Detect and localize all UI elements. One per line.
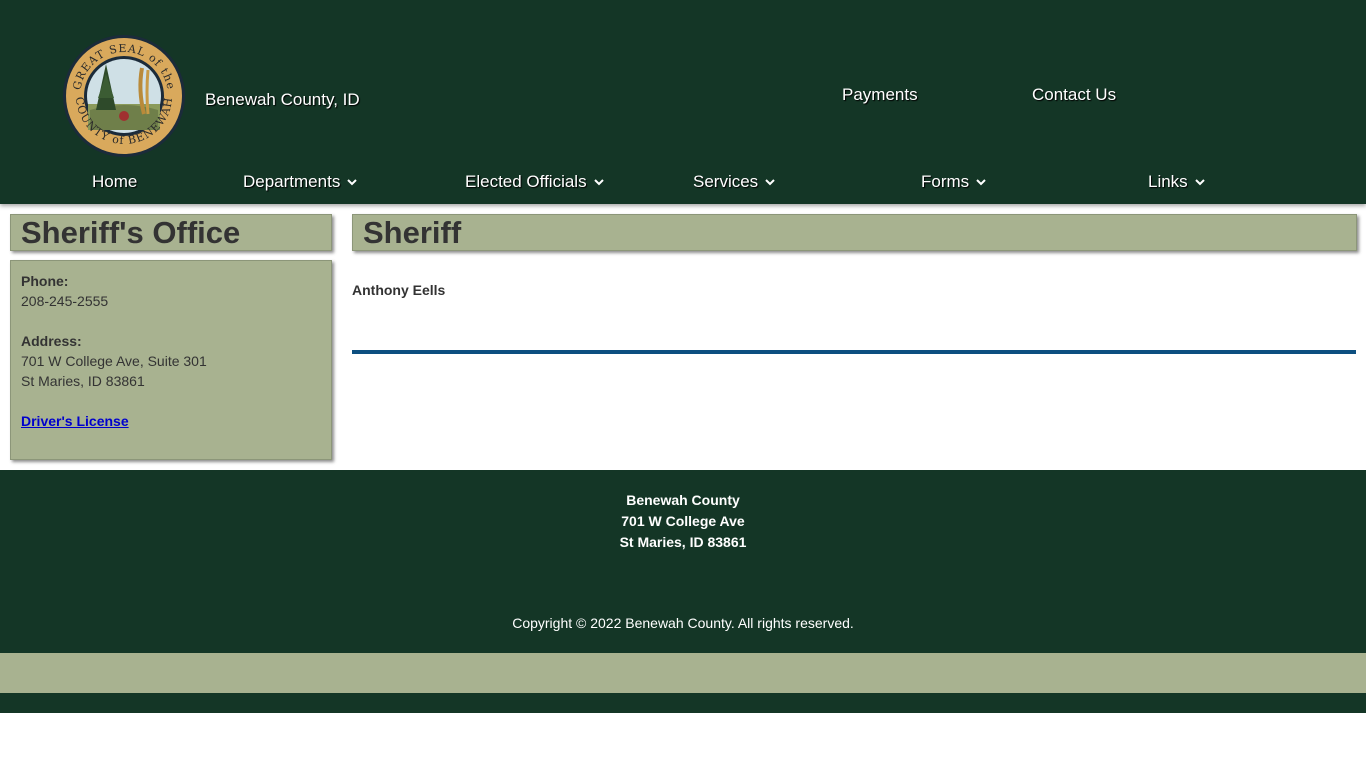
- nav-forms[interactable]: Forms: [921, 172, 987, 192]
- copyright-text: Copyright © 2022 Benewah County. All rig…: [512, 615, 854, 631]
- chevron-down-icon: [765, 179, 775, 186]
- sidebar-title: Sheriff's Office: [21, 215, 241, 250]
- officer-name: Anthony Eells: [352, 282, 446, 298]
- nav-services-label: Services: [693, 172, 759, 191]
- contact-us-link[interactable]: Contact Us: [1032, 85, 1116, 105]
- content-divider: [352, 350, 1356, 354]
- footer-county-name: Benewah County: [626, 492, 740, 508]
- site-name[interactable]: Benewah County, ID: [205, 90, 360, 110]
- sidebar-title-box: Sheriff's Office: [10, 214, 332, 251]
- nav-home[interactable]: Home: [92, 172, 137, 192]
- footer-address-line-2: St Maries, ID 83861: [619, 534, 747, 550]
- county-seal-logo[interactable]: GREAT SEAL of the COUNTY of BENEWAH: [62, 34, 186, 158]
- nav-forms-label: Forms: [921, 172, 970, 191]
- nav-services[interactable]: Services: [693, 172, 776, 192]
- footer-address-line-1: 701 W College Ave: [621, 513, 745, 529]
- chevron-down-icon: [593, 179, 604, 186]
- payments-link[interactable]: Payments: [842, 85, 918, 105]
- chevron-down-icon: [976, 179, 986, 186]
- phone-value: 208-245-2555: [21, 293, 109, 309]
- nav-links[interactable]: Links: [1148, 172, 1206, 192]
- phone-label: Phone:: [21, 273, 69, 289]
- main-title-box: Sheriff: [352, 214, 1357, 251]
- nav-elected-officials[interactable]: Elected Officials: [465, 172, 605, 192]
- nav-elected-officials-label: Elected Officials: [465, 172, 587, 191]
- address-line-1: 701 W College Ave, Suite 301: [21, 353, 207, 369]
- nav-links-label: Links: [1148, 172, 1188, 191]
- contact-info-box: Phone: 208-245-2555 Address: 701 W Colle…: [10, 260, 332, 460]
- nav-departments-label: Departments: [243, 172, 341, 191]
- page-title: Sheriff: [363, 215, 462, 250]
- address-label: Address:: [21, 333, 82, 349]
- footer-band-sage: [0, 653, 1366, 693]
- footer-band-dark: [0, 693, 1366, 713]
- chevron-down-icon: [1194, 179, 1205, 186]
- drivers-license-link[interactable]: Driver's License: [21, 413, 129, 429]
- nav-home-label: Home: [92, 172, 138, 191]
- nav-departments[interactable]: Departments: [243, 172, 358, 192]
- address-line-2: St Maries, ID 83861: [21, 373, 145, 389]
- chevron-down-icon: [347, 179, 358, 186]
- site-footer: Benewah County 701 W College Ave St Mari…: [0, 470, 1366, 653]
- site-header: GREAT SEAL of the COUNTY of BENEWAH Bene…: [0, 0, 1366, 204]
- footer-address: Benewah County 701 W College Ave St Mari…: [0, 490, 1366, 553]
